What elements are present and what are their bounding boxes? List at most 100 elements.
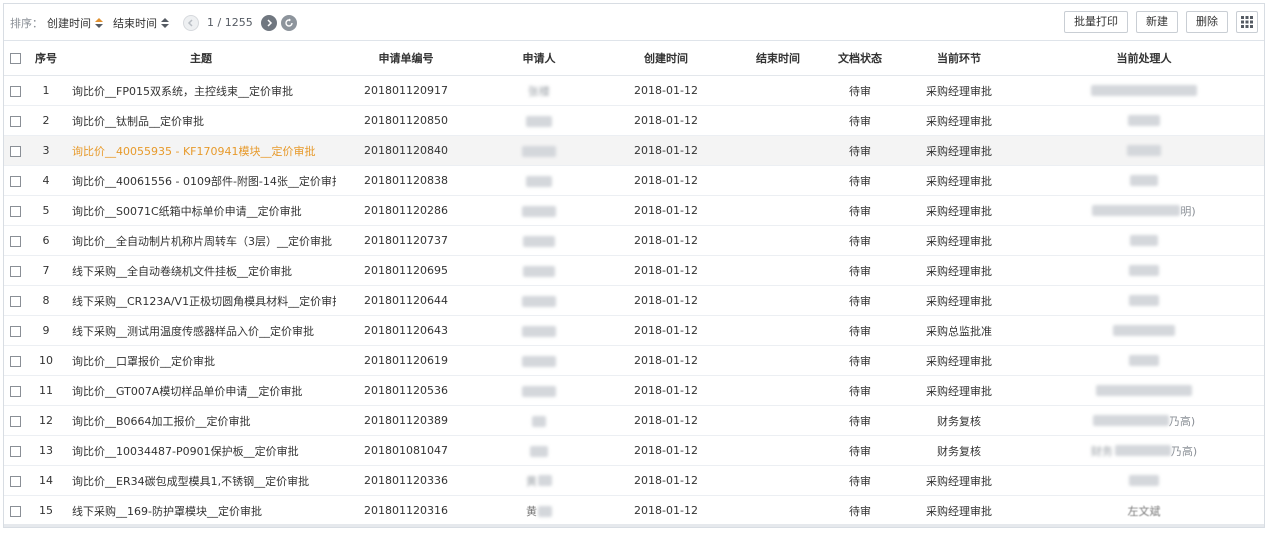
table-row[interactable]: 4 询比价__40061556 - 0109部件-附图-14张__定价审批 20… (4, 165, 1264, 196)
row-status: 待审 (826, 285, 894, 316)
row-subject-link[interactable]: 询比价__FP015双系统，主控线束__定价审批 (66, 75, 336, 106)
table-row[interactable]: 6 询比价__全自动制片机称片周转车（3层）__定价审批 20180112073… (4, 225, 1264, 256)
row-index: 13 (26, 435, 66, 466)
row-applicant (476, 225, 602, 256)
row-handler: 左文斌 (1024, 495, 1264, 526)
row-created: 2018-01-12 (602, 255, 730, 286)
row-subject-link[interactable]: 询比价__10034487-P0901保护板__定价审批 (66, 435, 336, 466)
table-row[interactable]: 13 询比价__10034487-P0901保护板__定价审批 20180108… (4, 435, 1264, 466)
row-checkbox[interactable] (9, 85, 21, 97)
table-row[interactable]: 1 询比价__FP015双系统，主控线束__定价审批 201801120917 … (4, 75, 1264, 106)
delete-button[interactable]: 删除 (1186, 11, 1228, 33)
redacted-name (522, 355, 556, 367)
table-row[interactable]: 14 询比价__ER34碳包成型模具1,不锈钢__定价审批 2018011203… (4, 465, 1264, 496)
request-table: 序号 主题 申请单编号 申请人 创建时间 结束时间 文档状态 当前环节 当前处理… (4, 41, 1264, 526)
table-row[interactable]: 3 询比价__40055935 - KF170941模块__定价审批 20180… (4, 135, 1264, 166)
row-checkbox[interactable] (9, 475, 21, 487)
sort-by-created-button[interactable]: 创建时间 (47, 15, 103, 31)
row-checkbox[interactable] (9, 145, 21, 157)
row-checkbox[interactable] (9, 415, 21, 427)
row-request-no: 201801120643 (336, 315, 476, 346)
column-settings-button[interactable] (1236, 11, 1258, 33)
row-checkbox[interactable] (9, 235, 21, 247)
row-subject-link[interactable]: 线下采购__CR123A/V1正极切圆角模具材料__定价审批 (66, 285, 336, 316)
table-row[interactable]: 7 线下采购__全自动卷绕机文件挂板__定价审批 201801120695 20… (4, 255, 1264, 286)
horizontal-scrollbar[interactable] (4, 524, 1264, 527)
redacted-name (1096, 385, 1192, 397)
row-subject-link[interactable]: 询比价__GT007A模切样品单价申请__定价审批 (66, 375, 336, 406)
row-status: 待审 (826, 255, 894, 286)
row-applicant (476, 405, 602, 436)
row-applicant: 黄 (476, 465, 602, 496)
table-row[interactable]: 10 询比价__口罩报价__定价审批 201801120619 2018-01-… (4, 345, 1264, 376)
row-ended (730, 465, 826, 496)
row-created: 2018-01-12 (602, 465, 730, 496)
row-request-no: 201801081047 (336, 435, 476, 466)
row-created: 2018-01-12 (602, 165, 730, 196)
row-checkbox[interactable] (9, 445, 21, 457)
table-row[interactable]: 15 线下采购__169-防护罩模块__定价审批 201801120316 黄 … (4, 495, 1264, 526)
row-subject-link[interactable]: 线下采购__测试用温度传感器样品入价__定价审批 (66, 315, 336, 346)
refresh-button[interactable] (280, 14, 297, 31)
row-checkbox[interactable] (9, 295, 21, 307)
row-subject-link[interactable]: 询比价__40061556 - 0109部件-附图-14张__定价审批 (66, 165, 336, 196)
row-created: 2018-01-12 (602, 405, 730, 436)
table-row[interactable]: 11 询比价__GT007A模切样品单价申请__定价审批 20180112053… (4, 375, 1264, 406)
row-checkbox[interactable] (9, 385, 21, 397)
row-checkbox[interactable] (9, 205, 21, 217)
sort-and-pager: 排序： 创建时间 结束时间 1 / 1255 (10, 4, 297, 41)
redacted-name (526, 175, 552, 187)
table-row[interactable]: 9 线下采购__测试用温度传感器样品入价__定价审批 201801120643 … (4, 315, 1264, 346)
table-row[interactable]: 2 询比价__钛制品__定价审批 201801120850 2018-01-12… (4, 105, 1264, 136)
applicant-name: 黄 (526, 504, 537, 518)
row-request-no: 201801120838 (336, 165, 476, 196)
row-checkbox[interactable] (9, 355, 21, 367)
redacted-name (1129, 355, 1159, 367)
row-checkbox[interactable] (9, 325, 21, 337)
row-subject-link[interactable]: 线下采购__169-防护罩模块__定价审批 (66, 495, 336, 526)
select-all-checkbox[interactable] (9, 53, 21, 64)
row-handler (1024, 225, 1264, 256)
next-page-button[interactable] (260, 14, 277, 31)
row-index: 3 (26, 135, 66, 166)
applicant-name: 黄 (526, 474, 537, 488)
row-status: 待审 (826, 435, 894, 466)
row-subject-link[interactable]: 询比价__S0071C纸箱中标单价申请__定价审批 (66, 195, 336, 226)
row-checkbox[interactable] (9, 175, 21, 187)
row-step: 财务复核 (894, 405, 1024, 436)
table-row[interactable]: 8 线下采购__CR123A/V1正极切圆角模具材料__定价审批 2018011… (4, 285, 1264, 316)
row-step: 采购经理审批 (894, 345, 1024, 376)
table-row[interactable]: 12 询比价__B0664加工报价__定价审批 201801120389 201… (4, 405, 1264, 436)
row-status: 待审 (826, 315, 894, 346)
prev-page-button[interactable] (183, 14, 199, 31)
row-subject-link[interactable]: 询比价__口罩报价__定价审批 (66, 345, 336, 376)
row-checkbox[interactable] (9, 505, 21, 517)
row-subject-link[interactable]: 询比价__钛制品__定价审批 (66, 105, 336, 136)
sort-by-ended-button[interactable]: 结束时间 (113, 15, 169, 31)
row-subject-link[interactable]: 询比价__全自动制片机称片周转车（3层）__定价审批 (66, 225, 336, 256)
toolbar-actions: 批量打印 新建 删除 (1056, 11, 1258, 33)
row-step: 财务复核 (894, 435, 1024, 466)
row-handler (1024, 465, 1264, 496)
row-status: 待审 (826, 195, 894, 226)
applicant-name: 张楼 (528, 84, 550, 98)
row-index: 5 (26, 195, 66, 226)
new-button[interactable]: 新建 (1136, 11, 1178, 33)
row-index: 8 (26, 285, 66, 316)
row-request-no: 201801120737 (336, 225, 476, 256)
batch-print-button[interactable]: 批量打印 (1064, 11, 1128, 33)
column-header-current-handler: 当前处理人 (1024, 41, 1264, 76)
row-subject-link[interactable]: 询比价__40055935 - KF170941模块__定价审批 (66, 135, 336, 166)
table-row[interactable]: 5 询比价__S0071C纸箱中标单价申请__定价审批 201801120286… (4, 195, 1264, 226)
row-ended (730, 495, 826, 526)
row-subject-link[interactable]: 询比价__ER34碳包成型模具1,不锈钢__定价审批 (66, 465, 336, 496)
row-step: 采购经理审批 (894, 195, 1024, 226)
row-checkbox[interactable] (9, 115, 21, 127)
redacted-name (1127, 145, 1161, 157)
row-subject-link[interactable]: 询比价__B0664加工报价__定价审批 (66, 405, 336, 436)
row-subject-link[interactable]: 线下采购__全自动卷绕机文件挂板__定价审批 (66, 255, 336, 286)
row-request-no: 201801120840 (336, 135, 476, 166)
row-checkbox[interactable] (9, 265, 21, 277)
column-header-current-step: 当前环节 (894, 41, 1024, 76)
row-applicant (476, 435, 602, 466)
